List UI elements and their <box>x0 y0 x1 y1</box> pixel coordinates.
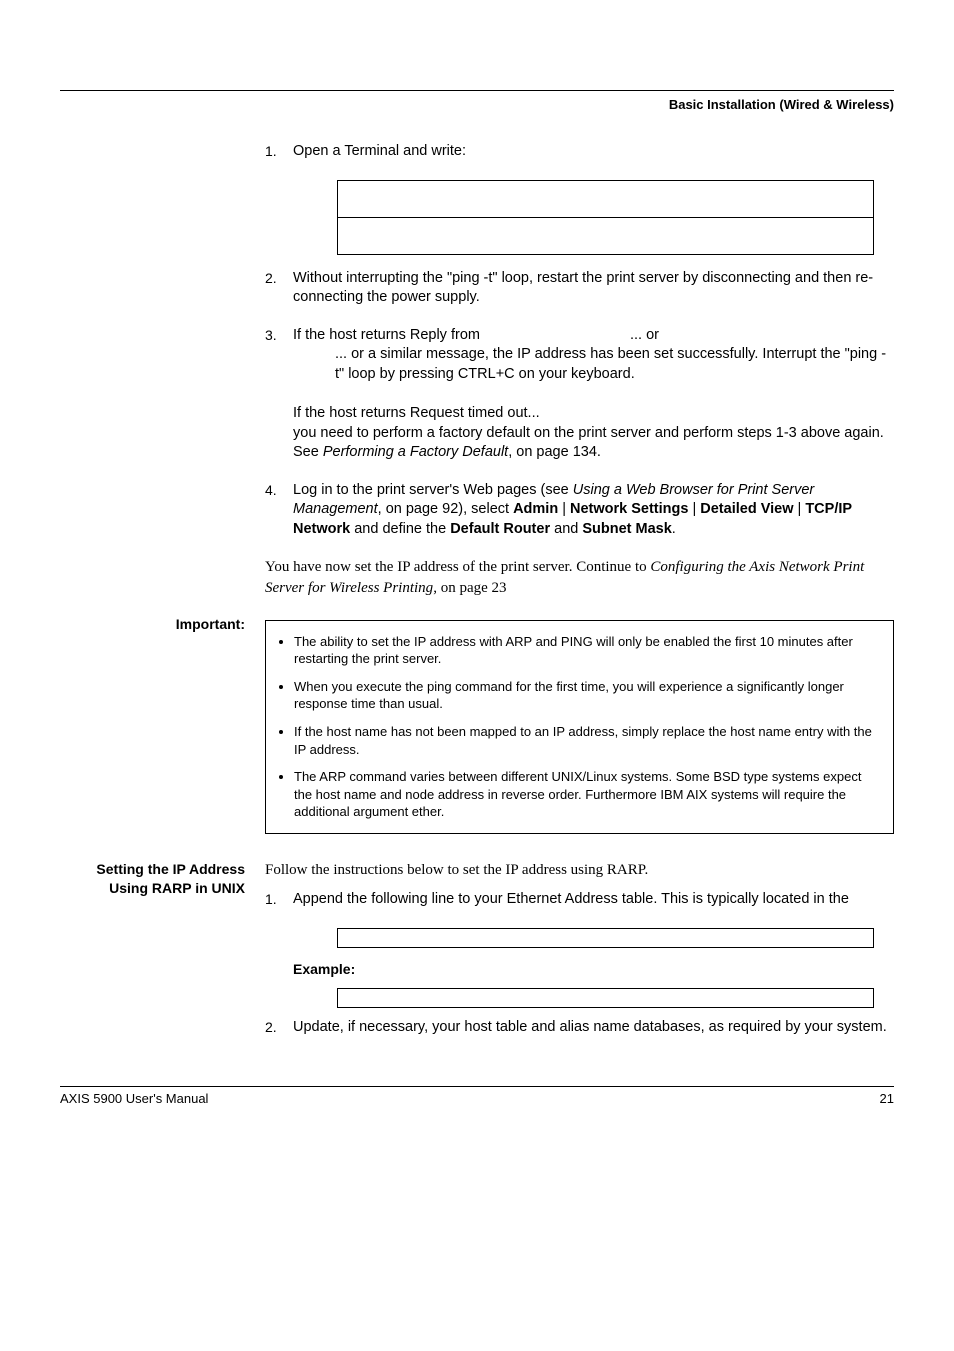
command-box-stack <box>337 180 874 255</box>
important-bullet: When you execute the ping command for th… <box>294 678 879 713</box>
rarp-intro: Follow the instructions below to set the… <box>265 860 894 880</box>
important-bullet: The ARP command varies between different… <box>294 768 879 821</box>
step-text: If the host returns Reply from ... or ...… <box>293 326 894 463</box>
step-number: 1. <box>265 142 293 162</box>
closing-post: , on page 23 <box>433 580 506 596</box>
step-3: 3. If the host returns Reply from ... or … <box>265 326 894 463</box>
important-label: Important: <box>60 616 245 860</box>
s4-b6: Subnet Mask <box>582 521 671 537</box>
s4-sep3: | <box>793 501 805 517</box>
command-row-1 <box>338 181 873 217</box>
important-box: The ability to set the IP address with A… <box>265 620 894 834</box>
closing-paragraph: You have now set the IP address of the p… <box>265 557 894 598</box>
s3-para2c-post: , on page 134. <box>508 444 601 460</box>
s3-line1b: ... or <box>630 327 659 343</box>
step-text: Without interrupting the "ping -t" loop,… <box>293 269 894 308</box>
important-bullet: If the host name has not been mapped to … <box>294 723 879 758</box>
step-number: 3. <box>265 326 293 463</box>
s4-b2: Network Settings <box>570 501 688 517</box>
s4-mid3: and <box>550 521 582 537</box>
running-header: Basic Installation (Wired & Wireless) <box>60 97 894 112</box>
s3-line2: ... or a similar message, the IP address… <box>335 345 894 384</box>
s4-mid: , on page 92), select <box>378 501 513 517</box>
s3-para2b: you need to perform a factory default on… <box>293 425 884 441</box>
example-box <box>337 988 874 1008</box>
footer-page-number: 21 <box>880 1091 894 1106</box>
step-text: Open a Terminal and write: <box>293 142 894 162</box>
s4-sep2: | <box>688 501 700 517</box>
s4-mid2: and define the <box>350 521 450 537</box>
step-text: Update, if necessary, your host table an… <box>293 1018 894 1038</box>
s4-b1: Admin <box>513 501 558 517</box>
step-number: 1. <box>265 890 293 910</box>
step-number: 2. <box>265 269 293 308</box>
step-4: 4. Log in to the print server's Web page… <box>265 481 894 540</box>
command-row-2 <box>338 217 873 254</box>
s3-para2c-pre: See <box>293 444 323 460</box>
s4-b3: Detailed View <box>700 501 793 517</box>
step-number: 4. <box>265 481 293 540</box>
example-label: Example: <box>293 960 894 979</box>
s4-pre: Log in to the print server's Web pages (… <box>293 482 573 498</box>
s3-line1a: If the host returns Reply from <box>293 327 480 343</box>
important-bullet: The ability to set the IP address with A… <box>294 633 879 668</box>
step-text: Log in to the print server's Web pages (… <box>293 481 894 540</box>
step-text: Append the following line to your Ethern… <box>293 890 894 910</box>
rarp-step-2: 2. Update, if necessary, your host table… <box>265 1018 894 1038</box>
s4-sep1: | <box>558 501 570 517</box>
step-number: 2. <box>265 1018 293 1038</box>
rarp-heading: Setting the IP Address Using RARP in UNI… <box>60 860 245 1056</box>
s3-para2a: If the host returns Request timed out... <box>293 405 540 421</box>
s4-end: . <box>672 521 676 537</box>
closing-pre: You have now set the IP address of the p… <box>265 559 650 575</box>
rarp-step-1: 1. Append the following line to your Eth… <box>265 890 894 910</box>
step-2: 2. Without interrupting the "ping -t" lo… <box>265 269 894 308</box>
s4-b5: Default Router <box>450 521 550 537</box>
s3-para2c-em: Performing a Factory Default <box>323 444 508 460</box>
step-1: 1. Open a Terminal and write: <box>265 142 894 162</box>
ethernet-table-box <box>337 928 874 948</box>
footer-left: AXIS 5900 User's Manual <box>60 1091 208 1106</box>
